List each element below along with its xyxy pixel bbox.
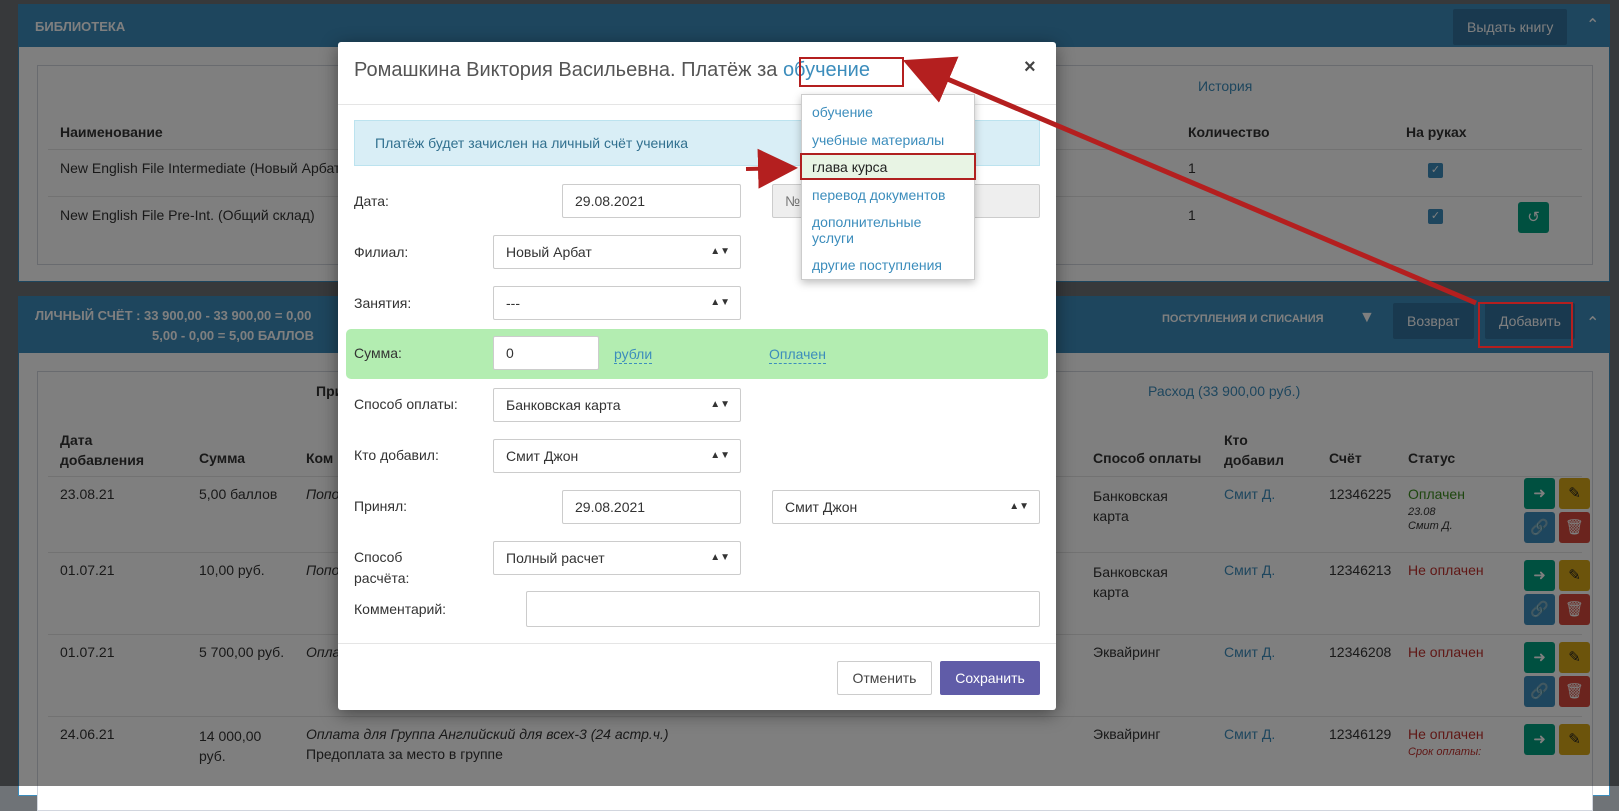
- arrow-to-dropdown: [902, 56, 1477, 306]
- arrow-to-menu-item: [745, 148, 798, 189]
- annotation-arrows: [745, 56, 1477, 306]
